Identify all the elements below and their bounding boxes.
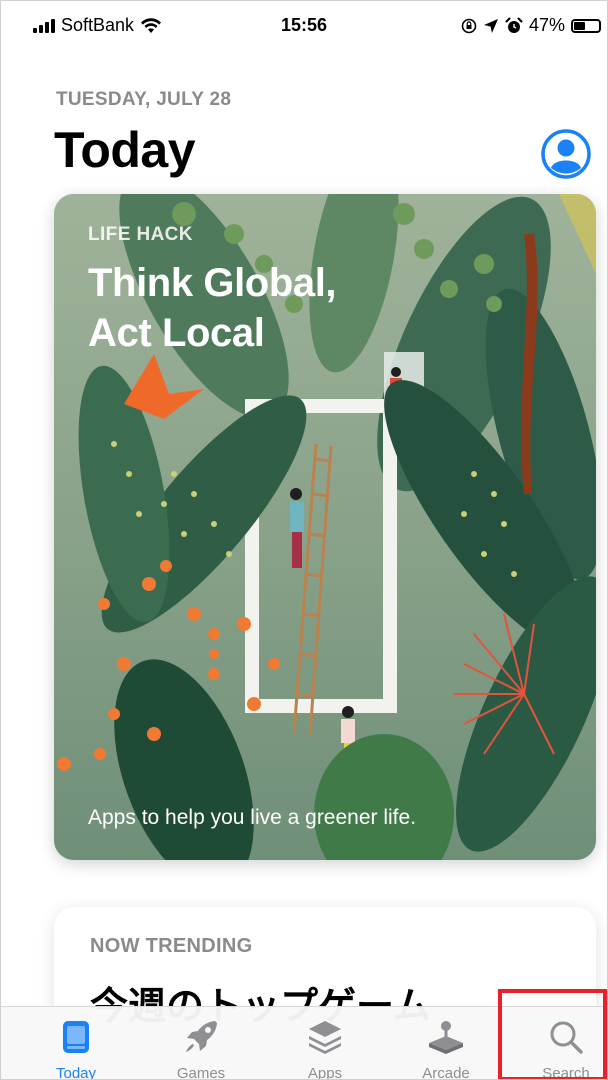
- alarm-icon: [505, 17, 523, 33]
- tab-arcade[interactable]: Arcade: [386, 1007, 506, 1080]
- today-icon: [63, 1021, 89, 1053]
- location-arrow-icon: [483, 18, 498, 33]
- battery-icon: [571, 18, 601, 33]
- joystick-icon: [429, 1021, 463, 1054]
- account-avatar-icon[interactable]: [540, 128, 592, 180]
- search-tab-highlight: [498, 989, 607, 1079]
- tab-games-label: Games: [176, 1065, 226, 1080]
- headline-line-1: Think Global,: [88, 261, 337, 305]
- headline-line-2: Act Local: [88, 311, 265, 355]
- tab-apps[interactable]: Apps: [265, 1007, 385, 1080]
- page-title: Today: [54, 122, 196, 178]
- tab-today[interactable]: Today: [16, 1007, 136, 1080]
- layers-icon: [309, 1021, 341, 1054]
- rocket-icon: [186, 1021, 217, 1052]
- orientation-lock-icon: [461, 18, 477, 33]
- feature-story-card[interactable]: LIFE HACK Think Global, Act Local Apps t…: [54, 194, 596, 860]
- trending-category: NOW TRENDING: [90, 935, 253, 957]
- status-bar: SoftBank 15:56 47%: [1, 1, 607, 53]
- tab-apps-label: Apps: [307, 1065, 343, 1080]
- status-right: 47%: [461, 15, 601, 36]
- app-store-screen: SoftBank 15:56 47% TUESDAY, JULY 28 Toda…: [0, 0, 608, 1080]
- battery-percent: 47%: [528, 15, 565, 35]
- tab-arcade-label: Arcade: [422, 1065, 470, 1080]
- story-headline: Think Global, Act Local: [88, 258, 468, 358]
- tab-games[interactable]: Games: [141, 1007, 261, 1080]
- story-category: LIFE HACK: [88, 224, 193, 245]
- tab-today-label: Today: [55, 1065, 97, 1080]
- story-caption: Apps to help you live a greener life.: [88, 806, 417, 829]
- date-label: TUESDAY, JULY 28: [56, 89, 232, 110]
